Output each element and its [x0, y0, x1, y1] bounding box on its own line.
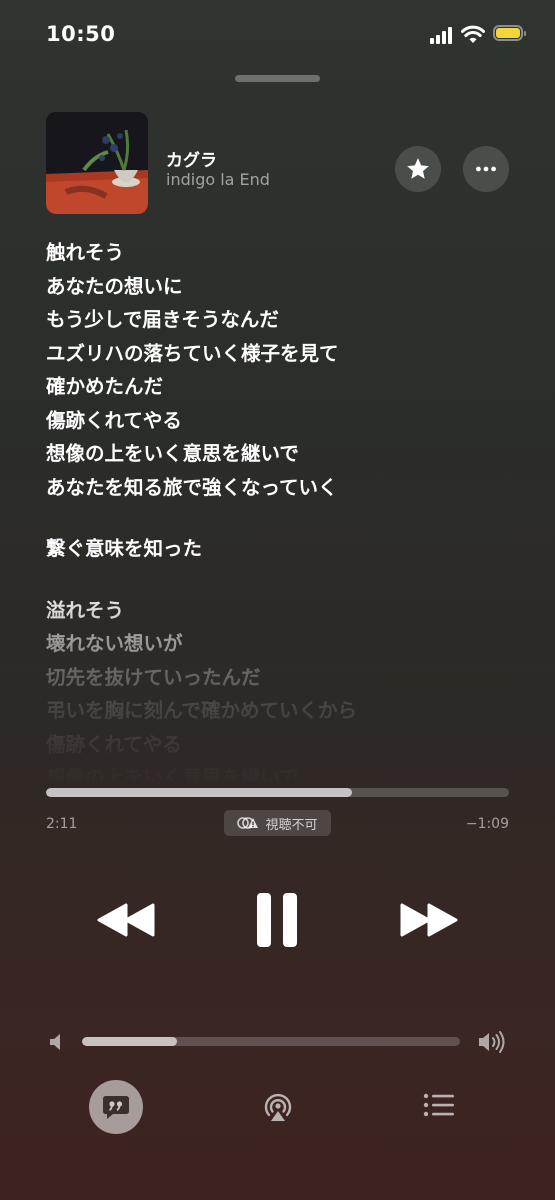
volume-level-fill: [82, 1037, 177, 1046]
rewind-icon: [97, 903, 155, 937]
lyric-line[interactable]: 触れそう: [46, 236, 526, 270]
lyric-gap: [46, 566, 526, 594]
audio-warning-icon: [237, 817, 259, 829]
queue-button[interactable]: [418, 1084, 460, 1126]
sheet-grabber[interactable]: [235, 75, 320, 82]
ellipsis-icon: [476, 166, 496, 172]
star-icon: [407, 158, 429, 179]
speaker-high-icon: [479, 1031, 505, 1053]
lyrics-view[interactable]: 触れそう あなたの想いに もう少しで届きそうなんだ ユズリハの落ちていく様子を見…: [46, 236, 526, 781]
lyric-line[interactable]: 弔いを胸に刻んで確かめていくから: [46, 694, 526, 728]
lyrics-button[interactable]: [89, 1080, 143, 1134]
playback-progress-fill: [46, 788, 352, 797]
battery-icon: [493, 25, 526, 41]
lyric-line[interactable]: 繋ぐ意味を知った: [46, 532, 526, 566]
rewind-button[interactable]: [95, 895, 157, 945]
lyric-line[interactable]: 溢れそう: [46, 594, 526, 628]
lyric-gap: [46, 504, 526, 532]
speaker-low-icon: [50, 1034, 60, 1050]
lyric-line[interactable]: 壊れない想いが: [46, 627, 526, 661]
status-bar: 10:50: [0, 0, 555, 70]
cellular-signal-icon: [430, 26, 456, 44]
more-options-button[interactable]: [463, 146, 509, 192]
fast-forward-button[interactable]: [398, 895, 460, 945]
status-time: 10:50: [46, 22, 116, 46]
lyric-line[interactable]: 想像の上をいく意思を継いで: [46, 761, 526, 781]
wifi-icon: [461, 25, 485, 43]
remaining-time: −1:09: [465, 816, 509, 832]
badge-label: 視聴不可: [265, 817, 318, 833]
lyric-line[interactable]: 想像の上をいく意思を継いで: [46, 437, 526, 471]
pause-button[interactable]: [250, 888, 304, 952]
volume-slider[interactable]: [82, 1037, 460, 1046]
lyric-line[interactable]: あなたを知る旅で強くなっていく: [46, 471, 526, 505]
album-artwork[interactable]: [46, 112, 148, 214]
lyric-line[interactable]: 傷跡くれてやる: [46, 404, 526, 438]
playback-scrubber[interactable]: [46, 788, 509, 797]
list-icon: [423, 1093, 454, 1117]
pause-icon: [257, 893, 297, 947]
lyric-line[interactable]: もう少しで届きそうなんだ: [46, 303, 526, 337]
airplay-button[interactable]: [255, 1084, 301, 1130]
fast-forward-icon: [400, 903, 458, 937]
track-artist[interactable]: indigo la End: [166, 170, 270, 189]
elapsed-time: 2:11: [46, 816, 78, 832]
lyric-line[interactable]: 切先を抜けていったんだ: [46, 661, 526, 695]
lyric-line[interactable]: 確かめたんだ: [46, 370, 526, 404]
airplay-icon: [264, 1093, 292, 1121]
lyric-line[interactable]: 傷跡くれてやる: [46, 728, 526, 762]
lossless-unavailable-badge[interactable]: 視聴不可: [224, 810, 331, 836]
lyrics-quote-icon: [103, 1096, 129, 1119]
lyric-line[interactable]: ユズリハの落ちていく様子を見て: [46, 337, 526, 371]
lyric-line[interactable]: あなたの想いに: [46, 270, 526, 304]
track-title: カグラ: [166, 151, 217, 171]
favorite-button[interactable]: [395, 146, 441, 192]
